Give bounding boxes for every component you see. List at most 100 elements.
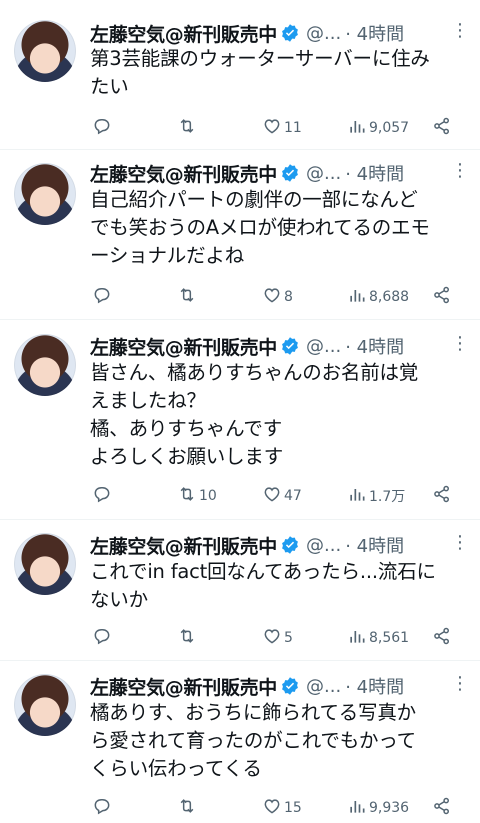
display-name[interactable]: 左藤空気@新刊販売中 [90, 673, 277, 700]
share-button[interactable] [430, 117, 452, 139]
retweet-button[interactable] [175, 797, 199, 819]
views-button[interactable]: 1.7万 [345, 485, 405, 507]
user-handle[interactable]: @... [306, 336, 341, 357]
tweet[interactable]: 左藤空気@新刊販売中 @... · 4時間 ⋮ 橘ありす、おうちに飾られてる写真… [0, 661, 480, 823]
share-icon [432, 484, 452, 508]
avatar[interactable] [14, 674, 76, 736]
views-count: 9,936 [369, 800, 410, 816]
share-button[interactable] [430, 485, 452, 507]
reply-icon [92, 116, 112, 140]
views-icon [347, 626, 367, 650]
like-count: 15 [284, 800, 302, 816]
like-count: 47 [284, 488, 302, 504]
reply-button[interactable] [90, 627, 114, 649]
timestamp[interactable]: · 4時間 [345, 673, 404, 699]
tweet-actions: 5 8,561 [90, 627, 460, 649]
like-icon [262, 626, 282, 650]
retweet-icon [177, 285, 197, 309]
avatar[interactable] [14, 163, 76, 225]
more-icon[interactable]: ⋮ [451, 333, 469, 354]
like-icon [262, 796, 282, 820]
like-icon [262, 484, 282, 508]
views-icon [347, 285, 367, 309]
tweet-text: これでin fact回なんてあったら...流石に ないか [90, 560, 436, 611]
avatar[interactable] [14, 334, 76, 396]
tweet[interactable]: 左藤空気@新刊販売中 @... · 4時間 ⋮ これでin fact回なんてあっ… [0, 520, 480, 661]
user-handle[interactable]: @... [306, 676, 341, 697]
user-handle[interactable]: @... [306, 23, 341, 44]
timeline-feed: 左藤空気@新刊販売中 @... · 4時間 ⋮ 第3芸能課のウォーターサーバーに… [0, 0, 480, 823]
timestamp[interactable]: · 4時間 [345, 532, 404, 558]
views-icon [347, 796, 367, 820]
share-icon [432, 285, 452, 309]
share-button[interactable] [430, 286, 452, 308]
retweet-button[interactable] [175, 117, 199, 139]
retweet-icon [177, 116, 197, 140]
more-icon[interactable]: ⋮ [451, 673, 469, 694]
tweet-header: 左藤空気@新刊販売中 @... · 4時間 ⋮ [90, 20, 469, 47]
like-count: 8 [284, 289, 293, 305]
tweet-header: 左藤空気@新刊販売中 @... · 4時間 ⋮ [90, 333, 469, 360]
tweet[interactable]: 左藤空気@新刊販売中 @... · 4時間 ⋮ 自己紹介パートの劇伴の一部になん… [0, 150, 480, 320]
retweet-icon [177, 626, 197, 650]
timestamp[interactable]: · 4時間 [345, 333, 404, 359]
verified-icon [280, 535, 300, 555]
tweet-actions: 8 8,688 [90, 286, 460, 308]
tweet-header: 左藤空気@新刊販売中 @... · 4時間 ⋮ [90, 673, 469, 700]
views-count: 8,688 [369, 289, 410, 305]
views-button[interactable]: 9,057 [345, 117, 409, 139]
display-name[interactable]: 左藤空気@新刊販売中 [90, 532, 277, 559]
display-name[interactable]: 左藤空気@新刊販売中 [90, 20, 277, 47]
user-handle[interactable]: @... [306, 535, 341, 556]
reply-icon [92, 626, 112, 650]
like-icon [262, 285, 282, 309]
reply-button[interactable] [90, 117, 114, 139]
views-count: 8,561 [369, 630, 410, 646]
views-icon [347, 116, 367, 140]
tweet-actions: 10 47 1.7万 [90, 485, 460, 507]
reply-icon [92, 796, 112, 820]
reply-button[interactable] [90, 797, 114, 819]
avatar[interactable] [14, 533, 76, 595]
reply-button[interactable] [90, 485, 114, 507]
verified-icon [280, 163, 300, 183]
timestamp[interactable]: · 4時間 [345, 160, 404, 186]
avatar[interactable] [14, 20, 76, 82]
views-button[interactable]: 8,688 [345, 286, 409, 308]
views-button[interactable]: 9,936 [345, 797, 409, 819]
like-button[interactable]: 11 [260, 117, 302, 139]
tweet-header: 左藤空気@新刊販売中 @... · 4時間 ⋮ [90, 160, 469, 187]
retweet-count: 10 [199, 488, 217, 504]
tweet-header: 左藤空気@新刊販売中 @... · 4時間 ⋮ [90, 532, 469, 559]
more-icon[interactable]: ⋮ [451, 160, 469, 181]
user-handle[interactable]: @... [306, 163, 341, 184]
more-icon[interactable]: ⋮ [451, 532, 469, 553]
like-button[interactable]: 15 [260, 797, 302, 819]
share-button[interactable] [430, 627, 452, 649]
views-button[interactable]: 8,561 [345, 627, 409, 649]
tweet-text: 自己紹介パートの劇伴の一部になんど でも笑おうのAメロが使われてるのエモ ーショ… [90, 188, 430, 267]
tweet[interactable]: 左藤空気@新刊販売中 @... · 4時間 ⋮ 皆さん、橘ありすちゃんのお名前は… [0, 320, 480, 520]
reply-button[interactable] [90, 286, 114, 308]
views-count: 9,057 [369, 120, 410, 136]
tweet-text: 第3芸能課のウォーターサーバーに住み たい [90, 47, 430, 98]
like-button[interactable]: 5 [260, 627, 293, 649]
tweet-actions: 11 9,057 [90, 117, 460, 139]
retweet-icon [177, 796, 197, 820]
display-name[interactable]: 左藤空気@新刊販売中 [90, 160, 277, 187]
retweet-icon [177, 484, 197, 508]
like-button[interactable]: 47 [260, 485, 302, 507]
verified-icon [280, 23, 300, 43]
retweet-button[interactable] [175, 286, 199, 308]
tweet-actions: 15 9,936 [90, 797, 460, 819]
retweet-button[interactable] [175, 627, 199, 649]
retweet-button[interactable]: 10 [175, 485, 217, 507]
share-button[interactable] [430, 797, 452, 819]
reply-icon [92, 484, 112, 508]
like-button[interactable]: 8 [260, 286, 293, 308]
timestamp[interactable]: · 4時間 [345, 20, 404, 46]
display-name[interactable]: 左藤空気@新刊販売中 [90, 333, 277, 360]
reply-icon [92, 285, 112, 309]
more-icon[interactable]: ⋮ [451, 20, 469, 41]
tweet[interactable]: 左藤空気@新刊販売中 @... · 4時間 ⋮ 第3芸能課のウォーターサーバーに… [0, 0, 480, 150]
